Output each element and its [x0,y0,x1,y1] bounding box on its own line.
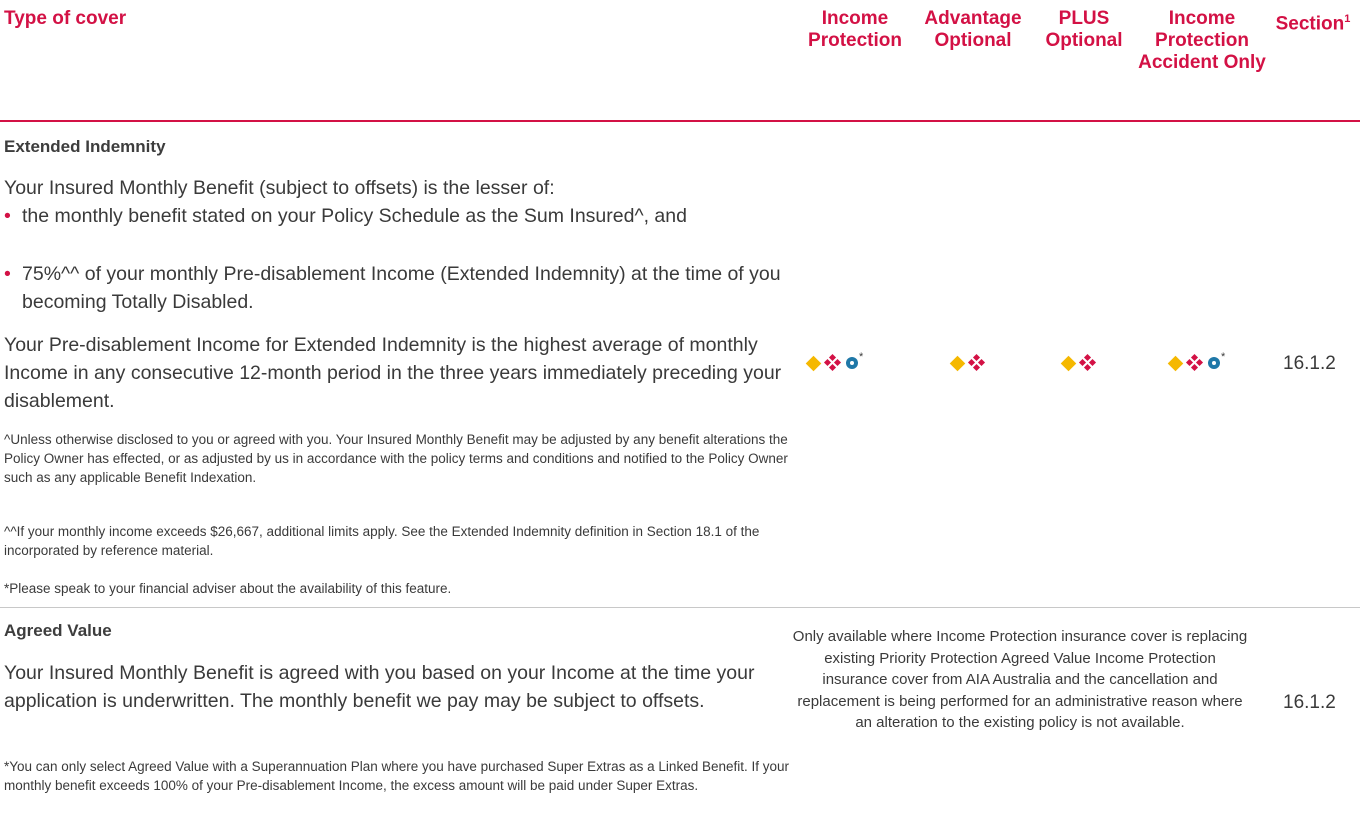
agreed-note: *You can only select Agreed Value with a… [4,759,790,793]
gold-diamond-icon [1060,355,1077,371]
gold-diamond-icon [1167,355,1184,371]
blue-circle-icon [846,357,858,369]
asterisk-mark: * [859,351,864,363]
bullet-dot: • [4,263,11,285]
extended-bullet-2: • 75%^^ of your monthly Pre-disablement … [4,260,784,316]
extended-intro: Your Insured Monthly Benefit (subject to… [4,177,555,199]
asterisk-mark: * [1221,351,1226,363]
blue-circle-icon [1208,357,1220,369]
table-header: Type of cover Income Protection Advantag… [0,6,1360,118]
red-diamond-cluster-icon [967,353,986,372]
header-income-protection-accident-only: Income Protection Accident Only [1138,8,1266,73]
agreed-section-number: 16.1.2 [1283,692,1336,713]
extended-para-2: Your Pre-disablement Income for Extended… [4,334,782,412]
bullet-dot: • [4,205,11,227]
header-advantage-optional: Advantage Optional [924,8,1022,51]
extended-bullet-1: • the monthly benefit stated on your Pol… [4,202,784,258]
red-diamond-cluster-icon [1078,353,1097,372]
extended-note-1: ^Unless otherwise disclosed to you or ag… [4,432,788,485]
extended-note-3: *Please speak to your financial adviser … [4,581,452,596]
extended-note-2: ^^If your monthly income exceeds $26,667… [4,524,760,558]
advantage-optional-features [949,350,990,376]
row-divider [0,607,1360,608]
red-diamond-cluster-icon [1185,353,1204,372]
header-type-of-cover: Type of cover [4,8,127,29]
extended-section-number: 16.1.2 [1283,353,1336,374]
header-income-protection: Income Protection [808,8,902,51]
gold-diamond-icon [949,355,966,371]
red-diamond-cluster-icon [823,353,842,372]
gold-diamond-icon [805,355,822,371]
extended-indemnity-title: Extended Indemnity [4,137,166,156]
agreed-availability: Only available where Income Protection i… [792,628,1248,731]
header-plus-optional: PLUS Optional [1045,8,1123,51]
header-divider [0,120,1360,122]
agreed-para: Your Insured Monthly Benefit is agreed w… [4,662,755,712]
plus-optional-features [1060,350,1101,376]
income-protection-features: * [805,350,864,376]
accident-only-features: * [1167,350,1226,376]
header-section: Section1 [1275,13,1351,35]
agreed-value-title: Agreed Value [4,621,112,640]
